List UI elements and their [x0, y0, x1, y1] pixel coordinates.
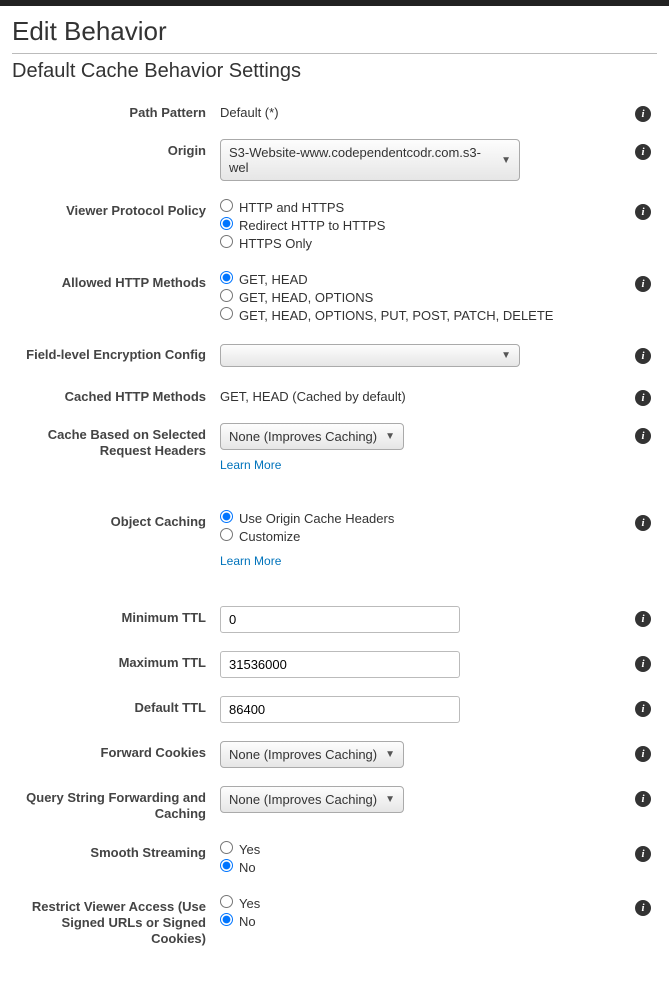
page-title: Edit Behavior [12, 16, 657, 47]
label-origin: Origin [12, 139, 220, 159]
field-encryption-dropdown[interactable]: ▼ [220, 344, 520, 367]
query-string-selected: None (Improves Caching) [229, 792, 377, 807]
info-icon[interactable]: i [635, 746, 651, 762]
value-cached-methods: GET, HEAD (Cached by default) [220, 385, 617, 404]
label-restrict-viewer: Restrict Viewer Access (Use Signed URLs … [12, 895, 220, 948]
row-forward-cookies: Forward Cookies None (Improves Caching) … [12, 741, 657, 768]
radio-redirect-https[interactable]: Redirect HTTP to HTTPS [220, 217, 617, 233]
radio-origin-cache-headers[interactable]: Use Origin Cache Headers [220, 510, 617, 526]
info-icon[interactable]: i [635, 428, 651, 444]
origin-dropdown[interactable]: S3-Website-www.codependentcodr.com.s3-we… [220, 139, 520, 181]
cache-headers-selected: None (Improves Caching) [229, 429, 377, 444]
row-field-encryption: Field-level Encryption Config ▼ i [12, 343, 657, 367]
label-smooth-streaming: Smooth Streaming [12, 841, 220, 861]
radio-smooth-no[interactable]: No [220, 859, 617, 875]
label-min-ttl: Minimum TTL [12, 606, 220, 626]
row-smooth-streaming: Smooth Streaming Yes No i [12, 841, 657, 877]
radio-http-https[interactable]: HTTP and HTTPS [220, 199, 617, 215]
info-icon[interactable]: i [635, 348, 651, 364]
info-icon[interactable]: i [635, 791, 651, 807]
chevron-down-icon: ▼ [385, 794, 395, 805]
row-max-ttl: Maximum TTL i [12, 651, 657, 678]
value-path-pattern: Default (*) [220, 101, 617, 120]
max-ttl-input[interactable] [220, 651, 460, 678]
radio-methods-all[interactable]: GET, HEAD, OPTIONS, PUT, POST, PATCH, DE… [220, 307, 617, 323]
learn-more-link[interactable]: Learn More [220, 554, 281, 568]
info-icon[interactable]: i [635, 701, 651, 717]
info-icon[interactable]: i [635, 900, 651, 916]
radio-restrict-yes[interactable]: Yes [220, 895, 617, 911]
label-query-string: Query String Forwarding and Caching [12, 786, 220, 823]
chevron-down-icon: ▼ [501, 155, 511, 166]
row-query-string: Query String Forwarding and Caching None… [12, 786, 657, 823]
info-icon[interactable]: i [635, 144, 651, 160]
chevron-down-icon: ▼ [385, 431, 395, 442]
row-cache-headers: Cache Based on Selected Request Headers … [12, 423, 657, 472]
label-allowed-methods: Allowed HTTP Methods [12, 271, 220, 291]
label-object-caching: Object Caching [12, 510, 220, 530]
query-string-dropdown[interactable]: None (Improves Caching) ▼ [220, 786, 404, 813]
label-max-ttl: Maximum TTL [12, 651, 220, 671]
info-icon[interactable]: i [635, 611, 651, 627]
row-min-ttl: Minimum TTL i [12, 606, 657, 633]
default-ttl-input[interactable] [220, 696, 460, 723]
label-forward-cookies: Forward Cookies [12, 741, 220, 761]
row-restrict-viewer: Restrict Viewer Access (Use Signed URLs … [12, 895, 657, 948]
radio-customize[interactable]: Customize [220, 528, 617, 544]
radio-restrict-no[interactable]: No [220, 913, 617, 929]
origin-selected: S3-Website-www.codependentcodr.com.s3-we… [229, 145, 493, 175]
row-origin: Origin S3-Website-www.codependentcodr.co… [12, 139, 657, 181]
row-object-caching: Object Caching Use Origin Cache Headers … [12, 510, 657, 568]
info-icon[interactable]: i [635, 106, 651, 122]
info-icon[interactable]: i [635, 846, 651, 862]
cache-headers-dropdown[interactable]: None (Improves Caching) ▼ [220, 423, 404, 450]
radio-methods-get-head[interactable]: GET, HEAD [220, 271, 617, 287]
label-field-encryption: Field-level Encryption Config [12, 343, 220, 363]
min-ttl-input[interactable] [220, 606, 460, 633]
info-icon[interactable]: i [635, 656, 651, 672]
chevron-down-icon: ▼ [385, 749, 395, 760]
label-default-ttl: Default TTL [12, 696, 220, 716]
radio-methods-get-head-options[interactable]: GET, HEAD, OPTIONS [220, 289, 617, 305]
info-icon[interactable]: i [635, 204, 651, 220]
forward-cookies-dropdown[interactable]: None (Improves Caching) ▼ [220, 741, 404, 768]
radio-smooth-yes[interactable]: Yes [220, 841, 617, 857]
forward-cookies-selected: None (Improves Caching) [229, 747, 377, 762]
label-path-pattern: Path Pattern [12, 101, 220, 121]
label-viewer-protocol: Viewer Protocol Policy [12, 199, 220, 219]
row-allowed-methods: Allowed HTTP Methods GET, HEAD GET, HEAD… [12, 271, 657, 325]
section-title: Default Cache Behavior Settings [12, 53, 657, 83]
row-cached-methods: Cached HTTP Methods GET, HEAD (Cached by… [12, 385, 657, 405]
row-viewer-protocol: Viewer Protocol Policy HTTP and HTTPS Re… [12, 199, 657, 253]
label-cache-headers: Cache Based on Selected Request Headers [12, 423, 220, 460]
row-default-ttl: Default TTL i [12, 696, 657, 723]
info-icon[interactable]: i [635, 390, 651, 406]
label-cached-methods: Cached HTTP Methods [12, 385, 220, 405]
learn-more-link[interactable]: Learn More [220, 458, 281, 472]
info-icon[interactable]: i [635, 276, 651, 292]
info-icon[interactable]: i [635, 515, 651, 531]
chevron-down-icon: ▼ [501, 350, 511, 361]
radio-https-only[interactable]: HTTPS Only [220, 235, 617, 251]
row-path-pattern: Path Pattern Default (*) i [12, 101, 657, 121]
